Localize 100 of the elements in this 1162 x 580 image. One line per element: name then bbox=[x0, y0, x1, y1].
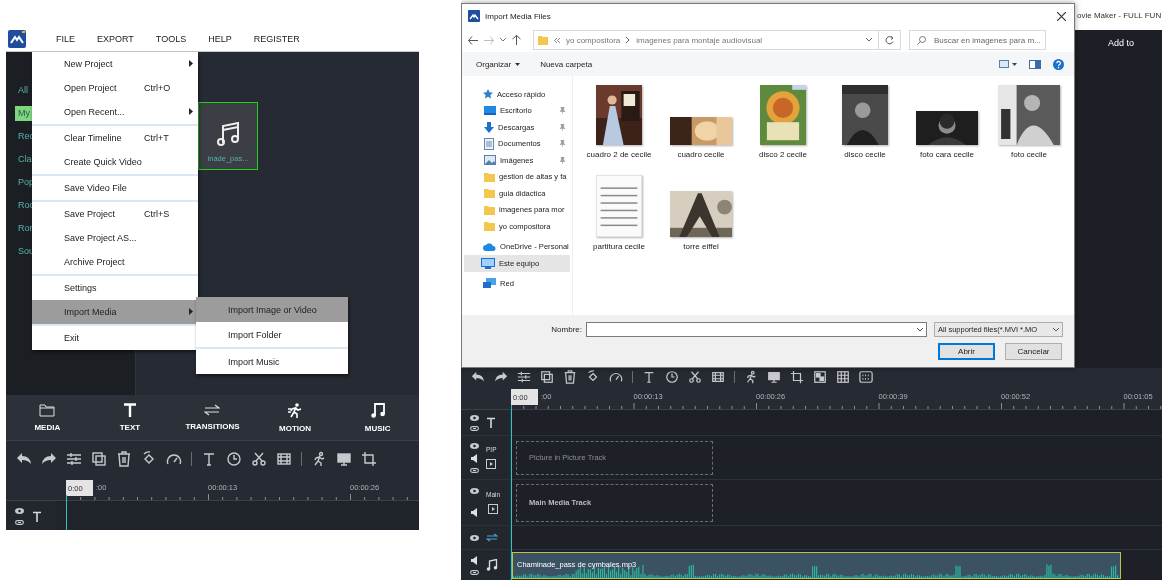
file-name[interactable]: foto cecile bbox=[994, 150, 1064, 160]
tab[interactable]: TRANSITIONS bbox=[171, 395, 254, 440]
text-icon[interactable] bbox=[642, 369, 656, 384]
link-icon[interactable] bbox=[15, 519, 24, 525]
copy-icon[interactable] bbox=[540, 369, 554, 384]
menu-item-label: Settings bbox=[64, 283, 97, 293]
field-label: Nombre: bbox=[550, 325, 582, 334]
up-arrow-icon[interactable] bbox=[512, 35, 521, 45]
menu-item[interactable]: Clear Timeline Ctrl+T bbox=[32, 126, 198, 150]
link-icon[interactable] bbox=[470, 569, 479, 575]
help-icon[interactable] bbox=[1053, 58, 1064, 70]
clock-icon[interactable] bbox=[226, 450, 242, 467]
eye-icon[interactable] bbox=[470, 534, 479, 541]
network-icon bbox=[483, 278, 496, 290]
dialog-button[interactable]: Cancelar bbox=[1005, 343, 1062, 360]
sliders-icon[interactable] bbox=[517, 369, 531, 384]
menu-item[interactable]: Open Recent... bbox=[32, 100, 198, 124]
refresh-button[interactable] bbox=[879, 30, 901, 50]
chevron-down-icon[interactable] bbox=[500, 38, 506, 42]
menu-item[interactable]: Import Music bbox=[196, 349, 348, 374]
menu-item-label: Import Music bbox=[228, 356, 280, 367]
dialog-button[interactable]: Abrir bbox=[938, 343, 995, 360]
crop-icon[interactable] bbox=[790, 369, 804, 384]
keypad-icon[interactable] bbox=[859, 369, 873, 384]
menu-item[interactable]: Exit bbox=[32, 326, 198, 350]
menu-item[interactable]: HELP bbox=[208, 34, 232, 44]
scissors-icon[interactable] bbox=[251, 450, 267, 467]
running-figure-icon[interactable] bbox=[311, 450, 327, 467]
address-bar[interactable]: yo compositora imagenes para montaje audiovisual bbox=[533, 30, 879, 50]
file-name[interactable]: torre eiffel bbox=[666, 242, 736, 252]
toolbar-button[interactable]: Nueva carpeta bbox=[540, 59, 593, 69]
category-item[interactable]: Cla bbox=[15, 152, 35, 167]
rotate-icon[interactable] bbox=[586, 369, 600, 384]
menu-item[interactable]: REGISTER bbox=[253, 34, 300, 44]
tab[interactable]: MOTION bbox=[253, 395, 337, 440]
tab[interactable]: MEDIA bbox=[6, 395, 89, 440]
file-name[interactable]: cuadro cecile bbox=[666, 150, 736, 160]
clock-icon[interactable] bbox=[665, 369, 679, 384]
file-name[interactable]: disco cecile bbox=[830, 150, 900, 160]
back-icon[interactable] bbox=[468, 35, 478, 45]
menu-item[interactable]: FILE bbox=[56, 34, 75, 44]
menu-item[interactable]: Open Project Ctrl+O bbox=[32, 76, 198, 100]
menu-item-label: Save Project AS... bbox=[64, 233, 137, 243]
search-field[interactable]: Buscar en imagenes para m... bbox=[909, 30, 1046, 50]
crop-icon[interactable] bbox=[361, 450, 377, 467]
category-item[interactable]: My bbox=[15, 106, 33, 121]
redo-icon[interactable] bbox=[494, 369, 508, 384]
grid-icon[interactable] bbox=[836, 369, 850, 384]
menu-item[interactable]: Create Quick Video bbox=[32, 150, 198, 174]
menu-item-label: Clear Timeline bbox=[64, 133, 122, 143]
computer-icon bbox=[481, 257, 495, 269]
trash-icon[interactable] bbox=[116, 450, 132, 467]
speaker-icon[interactable] bbox=[471, 555, 478, 565]
running-figure-icon[interactable] bbox=[744, 369, 758, 384]
file-name[interactable]: disco 2 cecile bbox=[748, 150, 818, 160]
link-icon[interactable] bbox=[470, 467, 479, 473]
menu-item[interactable]: New Project bbox=[32, 52, 198, 76]
close-icon[interactable] bbox=[1057, 11, 1066, 21]
menu-item[interactable]: Save Video File bbox=[32, 176, 198, 200]
file-name-field[interactable] bbox=[586, 322, 927, 337]
eye-icon[interactable] bbox=[15, 507, 24, 514]
text-icon[interactable] bbox=[201, 450, 217, 467]
menu-item[interactable]: Import Image or Video bbox=[196, 297, 348, 322]
chevron-down-icon[interactable] bbox=[866, 38, 872, 42]
menu-item[interactable]: Archive Project bbox=[32, 250, 198, 274]
tab[interactable]: MUSIC bbox=[336, 395, 419, 440]
trash-icon[interactable] bbox=[563, 369, 577, 384]
menu-item[interactable]: TOOLS bbox=[155, 34, 187, 44]
mosaic-icon[interactable] bbox=[813, 369, 827, 384]
link-icon[interactable] bbox=[470, 425, 479, 431]
monitor-icon[interactable] bbox=[336, 450, 352, 467]
tab[interactable]: TEXT bbox=[88, 395, 172, 440]
breadcrumb-item[interactable]: imagenes para montaje audiovisual bbox=[636, 35, 763, 45]
preview-pane-icon[interactable] bbox=[1029, 59, 1041, 69]
breadcrumb-item[interactable]: yo compositora bbox=[566, 35, 621, 45]
add-to-label[interactable]: Add to bbox=[1108, 38, 1135, 48]
film-icon[interactable] bbox=[276, 450, 292, 467]
speaker-icon[interactable] bbox=[471, 453, 478, 463]
file-name[interactable]: foto cara cecile bbox=[912, 150, 982, 160]
menu-item[interactable]: Import Media bbox=[32, 300, 198, 324]
eye-icon[interactable] bbox=[470, 414, 479, 421]
speaker-icon[interactable] bbox=[471, 508, 478, 517]
category-item[interactable]: All bbox=[15, 83, 31, 98]
file-name[interactable]: partitura cecile bbox=[584, 242, 654, 252]
eye-icon[interactable] bbox=[470, 488, 479, 494]
folder-icon bbox=[484, 171, 495, 182]
view-options-icon[interactable] bbox=[999, 60, 1017, 68]
folder-icon bbox=[484, 188, 495, 199]
sliders-icon[interactable] bbox=[66, 450, 82, 467]
menu-item[interactable]: Import Folder bbox=[196, 322, 348, 347]
refresh-icon bbox=[885, 35, 894, 45]
menu-item[interactable]: EXPORT bbox=[97, 34, 134, 44]
file-name[interactable]: cuadro 2 de cecile bbox=[584, 150, 654, 160]
film-icon[interactable] bbox=[711, 369, 725, 384]
menu-item[interactable]: Settings bbox=[32, 276, 198, 300]
monitor-icon[interactable] bbox=[767, 369, 781, 384]
copy-icon[interactable] bbox=[91, 450, 107, 467]
eye-icon[interactable] bbox=[470, 442, 479, 449]
scissors-icon[interactable] bbox=[688, 369, 702, 384]
toolbar-button[interactable]: Organizar bbox=[476, 59, 521, 69]
